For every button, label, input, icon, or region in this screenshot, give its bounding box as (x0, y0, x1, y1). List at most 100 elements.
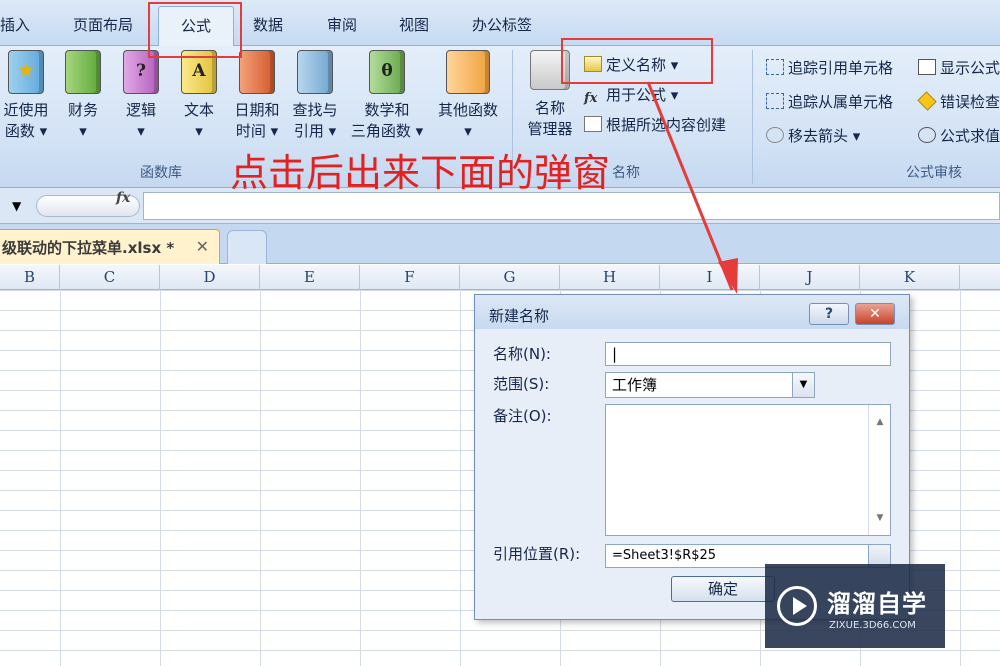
recent-functions-button[interactable]: ★ 近使用 函数 ▾ (0, 50, 56, 142)
lookup-label1: 查找与 (292, 101, 338, 119)
datetime-label1: 日期和 (234, 101, 280, 119)
column-header[interactable]: G (460, 265, 560, 290)
math-label2: 三角函数 ▾ (350, 122, 424, 140)
remove-arrows-icon (766, 127, 784, 143)
close-tab-icon[interactable]: ✕ (196, 237, 209, 256)
document-tab[interactable]: 级联动的下拉菜单.xlsx * ✕ (0, 229, 220, 264)
play-logo-icon (777, 586, 817, 626)
logical-button[interactable]: ? 逻辑 ▾ (111, 50, 171, 142)
trace-precedents-icon (766, 59, 784, 75)
lookup-button[interactable]: 查找与 引用 ▾ (285, 50, 345, 142)
recent-functions-icon: ★ (8, 50, 44, 94)
chevron-down-icon[interactable]: ▼ (792, 373, 814, 397)
group-divider (752, 50, 753, 184)
error-checking-icon (917, 91, 937, 111)
financial-icon (65, 50, 101, 94)
more-functions-label1: 其他函数 (437, 101, 498, 119)
refers-to-label: 引用位置(R): (493, 545, 581, 563)
watermark-title: 溜溜自学 (827, 590, 927, 618)
more-functions-icon (446, 50, 490, 94)
evaluate-formula-icon (918, 127, 936, 143)
column-header[interactable]: J (760, 265, 860, 290)
name-manager-label1: 名称 (534, 99, 565, 117)
math-icon: θ (369, 50, 405, 94)
close-button[interactable]: ✕ (855, 303, 895, 325)
scope-select[interactable]: 工作簿 ▼ (605, 372, 815, 398)
evaluate-formula-button[interactable]: 公式求值 (918, 125, 1000, 146)
insert-function-fx-icon[interactable]: fx (116, 190, 130, 206)
ok-button[interactable]: 确定 (671, 576, 775, 602)
column-header[interactable]: B (0, 265, 60, 290)
show-formulas-icon (918, 59, 936, 75)
scroll-up-icon[interactable]: ▲ (869, 411, 890, 433)
scope-value: 工作簿 (612, 376, 658, 394)
column-header[interactable]: K (860, 265, 960, 290)
more-functions-button[interactable]: 其他函数 ▾ (432, 50, 504, 142)
help-button[interactable]: ? (809, 303, 849, 325)
datetime-button[interactable]: 日期和 时间 ▾ (227, 50, 287, 142)
highlight-formulas-tab (148, 2, 242, 58)
function-library-group-label: 函数库 (140, 165, 182, 181)
show-formulas-button[interactable]: 显示公式 (918, 57, 1000, 78)
defined-names-group-label: 名称 (612, 165, 640, 181)
document-tab-title: 级联动的下拉菜单.xlsx * (2, 239, 175, 257)
tab-office-tab[interactable]: 办公标签 (472, 14, 532, 35)
logical-label2: ▾ (137, 122, 145, 140)
column-header[interactable]: I (660, 265, 760, 290)
use-in-formula-button[interactable]: fx 用于公式 ▾ (584, 84, 678, 107)
comment-label: 备注(O): (493, 407, 552, 425)
tab-insert[interactable]: 插入 (0, 14, 30, 35)
name-input[interactable]: | (605, 342, 891, 366)
remove-arrows-button[interactable]: 移去箭头 ▾ (766, 125, 860, 146)
highlight-define-name (561, 38, 713, 84)
scroll-down-icon[interactable]: ▼ (869, 507, 890, 529)
tab-data[interactable]: 数据 (253, 14, 283, 35)
watermark: 溜溜自学 ZIXUE.3D66.COM (765, 564, 945, 648)
trace-dependents-icon (766, 93, 784, 109)
trace-precedents-button[interactable]: 追踪引用单元格 (766, 57, 893, 78)
financial-label2: ▾ (79, 122, 87, 140)
new-tab-button[interactable] (227, 230, 267, 264)
tab-review[interactable]: 审阅 (327, 14, 357, 35)
create-from-selection-icon (584, 116, 602, 132)
text-label2: ▾ (195, 122, 203, 140)
datetime-label2: 时间 ▾ (235, 122, 279, 140)
column-header[interactable]: F (360, 265, 460, 290)
math-label1: 数学和 (364, 101, 410, 119)
column-headers: B C D E F G H I J K (0, 265, 1000, 290)
column-header[interactable]: D (160, 265, 260, 290)
lookup-label2: 引用 ▾ (293, 122, 337, 140)
annotation-text: 点击后出来下面的弹窗 (230, 151, 611, 195)
financial-button[interactable]: 财务 ▾ (53, 50, 113, 142)
financial-label1: 财务 (67, 101, 98, 119)
logical-label1: 逻辑 (125, 101, 156, 119)
column-header[interactable]: H (560, 265, 660, 290)
lookup-icon (297, 50, 333, 94)
column-header[interactable]: C (60, 265, 160, 290)
formula-auditing-group-label: 公式审核 (906, 165, 962, 181)
recent-functions-label1: 近使用 (3, 101, 49, 119)
text-label1: 文本 (183, 101, 214, 119)
tab-page-layout[interactable]: 页面布局 (73, 14, 133, 35)
trace-dependents-button[interactable]: 追踪从属单元格 (766, 91, 893, 112)
text-button[interactable]: A 文本 ▾ (169, 50, 229, 142)
scope-label: 范围(S): (493, 375, 550, 393)
math-button[interactable]: θ 数学和 三角函数 ▾ (350, 50, 424, 142)
recent-functions-label2: 函数 ▾ (4, 122, 48, 140)
fx-icon: fx (584, 91, 598, 106)
create-from-selection-button[interactable]: 根据所选内容创建 (584, 114, 726, 135)
name-label: 名称(N): (493, 345, 551, 363)
comment-scrollbar[interactable]: ▲ ▼ (868, 405, 890, 535)
error-checking-button[interactable]: 错误检查 (917, 91, 1000, 112)
dialog-title-bar[interactable]: 新建名称 ? ✕ (475, 295, 909, 329)
refers-to-value: =Sheet3!$R$25 (612, 548, 717, 563)
document-tab-strip: 级联动的下拉菜单.xlsx * ✕ (0, 224, 1000, 264)
comment-textarea[interactable]: ▲ ▼ (605, 404, 891, 536)
column-header[interactable]: E (260, 265, 360, 290)
watermark-subtitle: ZIXUE.3D66.COM (829, 620, 916, 631)
name-manager-label2: 管理器 (527, 120, 573, 138)
namebox-dropdown-icon[interactable]: ▼ (12, 199, 21, 213)
more-functions-label2: ▾ (464, 122, 472, 140)
dialog-title: 新建名称 (489, 307, 550, 325)
tab-view[interactable]: 视图 (399, 14, 429, 35)
